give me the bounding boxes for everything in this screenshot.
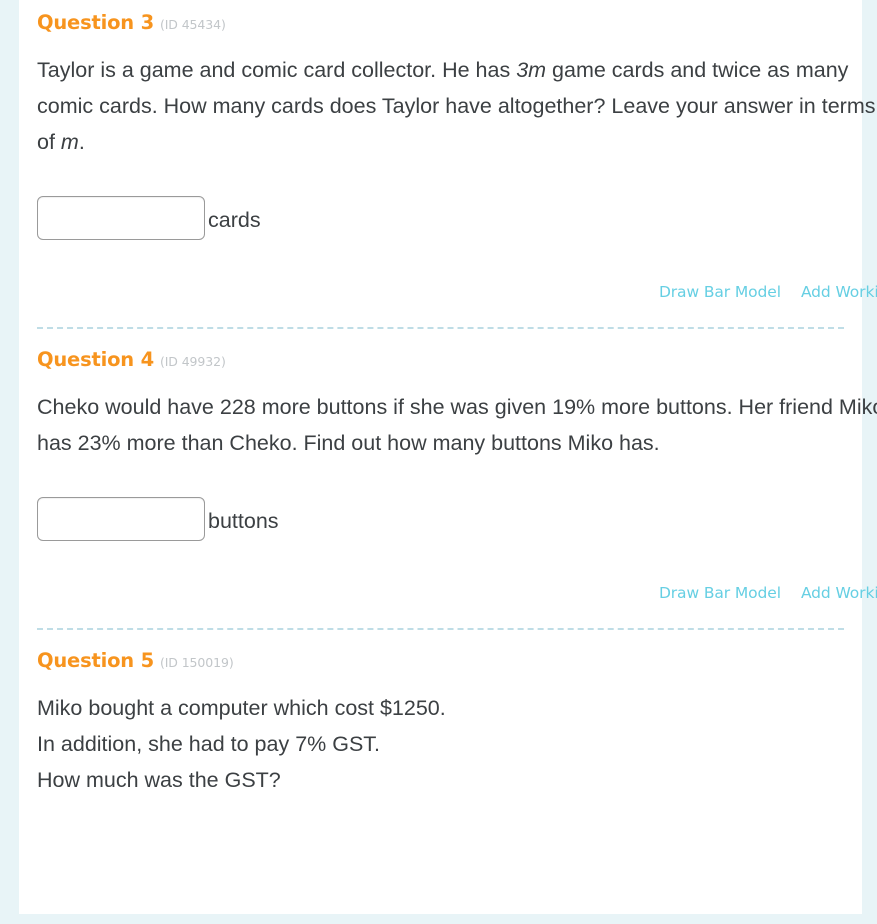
question-5-line-3: How much was the GST? [37, 768, 281, 792]
question-3-draw-bar-model-link[interactable]: Draw Bar Model [659, 283, 781, 301]
question-5-header: Question 5 (ID 150019) [19, 630, 862, 671]
question-4-header: Question 4 (ID 49932) [19, 329, 862, 370]
question-5-text: Miko bought a computer which cost $1250.… [19, 671, 862, 798]
question-list-page: Question 3 (ID 45434) Taylor is a game an… [0, 0, 877, 924]
question-block-3: Question 3 (ID 45434) Taylor is a game an… [19, 0, 877, 327]
question-5-id: (ID 150019) [159, 655, 234, 670]
question-4-answer-input[interactable] [37, 497, 205, 541]
question-3-title: Question 3 [37, 11, 154, 34]
question-card: Question 3 (ID 45434) Taylor is a game an… [19, 0, 877, 914]
question-5-line-2: In addition, she had to pay 7% GST. [37, 732, 381, 756]
question-4-title: Question 4 [37, 348, 154, 371]
question-block-5: Question 5 (ID 150019) Miko bought a comp… [19, 630, 862, 798]
question-4-answer-unit: buttons [208, 509, 279, 533]
question-3-answer-input[interactable] [37, 196, 205, 240]
question-4-answer-row: buttons [19, 461, 862, 541]
question-3-text: Taylor is a game and comic card collecto… [37, 58, 876, 154]
question-3-actions: Draw Bar Model Add Working [19, 240, 877, 327]
question-3-answer-row: cards [19, 160, 862, 240]
question-5-line-1: Miko bought a computer which cost $1250. [37, 696, 446, 720]
question-4-actions: Draw Bar Model Add Working [19, 541, 877, 628]
question-3-add-working-link[interactable]: Add Working [801, 283, 877, 301]
question-3-id: (ID 45434) [159, 17, 226, 32]
question-4-id: (ID 49932) [159, 354, 226, 369]
question-4-draw-bar-model-link[interactable]: Draw Bar Model [659, 584, 781, 602]
question-5-title: Question 5 [37, 649, 154, 672]
question-block-4: Question 4 (ID 49932) Cheko would have 22… [19, 329, 877, 628]
question-4-text: Cheko would have 228 more buttons if she… [37, 395, 877, 455]
question-3-answer-unit: cards [208, 208, 261, 232]
question-4-add-working-link[interactable]: Add Working [801, 584, 877, 602]
question-3-header: Question 3 (ID 45434) [19, 0, 862, 33]
